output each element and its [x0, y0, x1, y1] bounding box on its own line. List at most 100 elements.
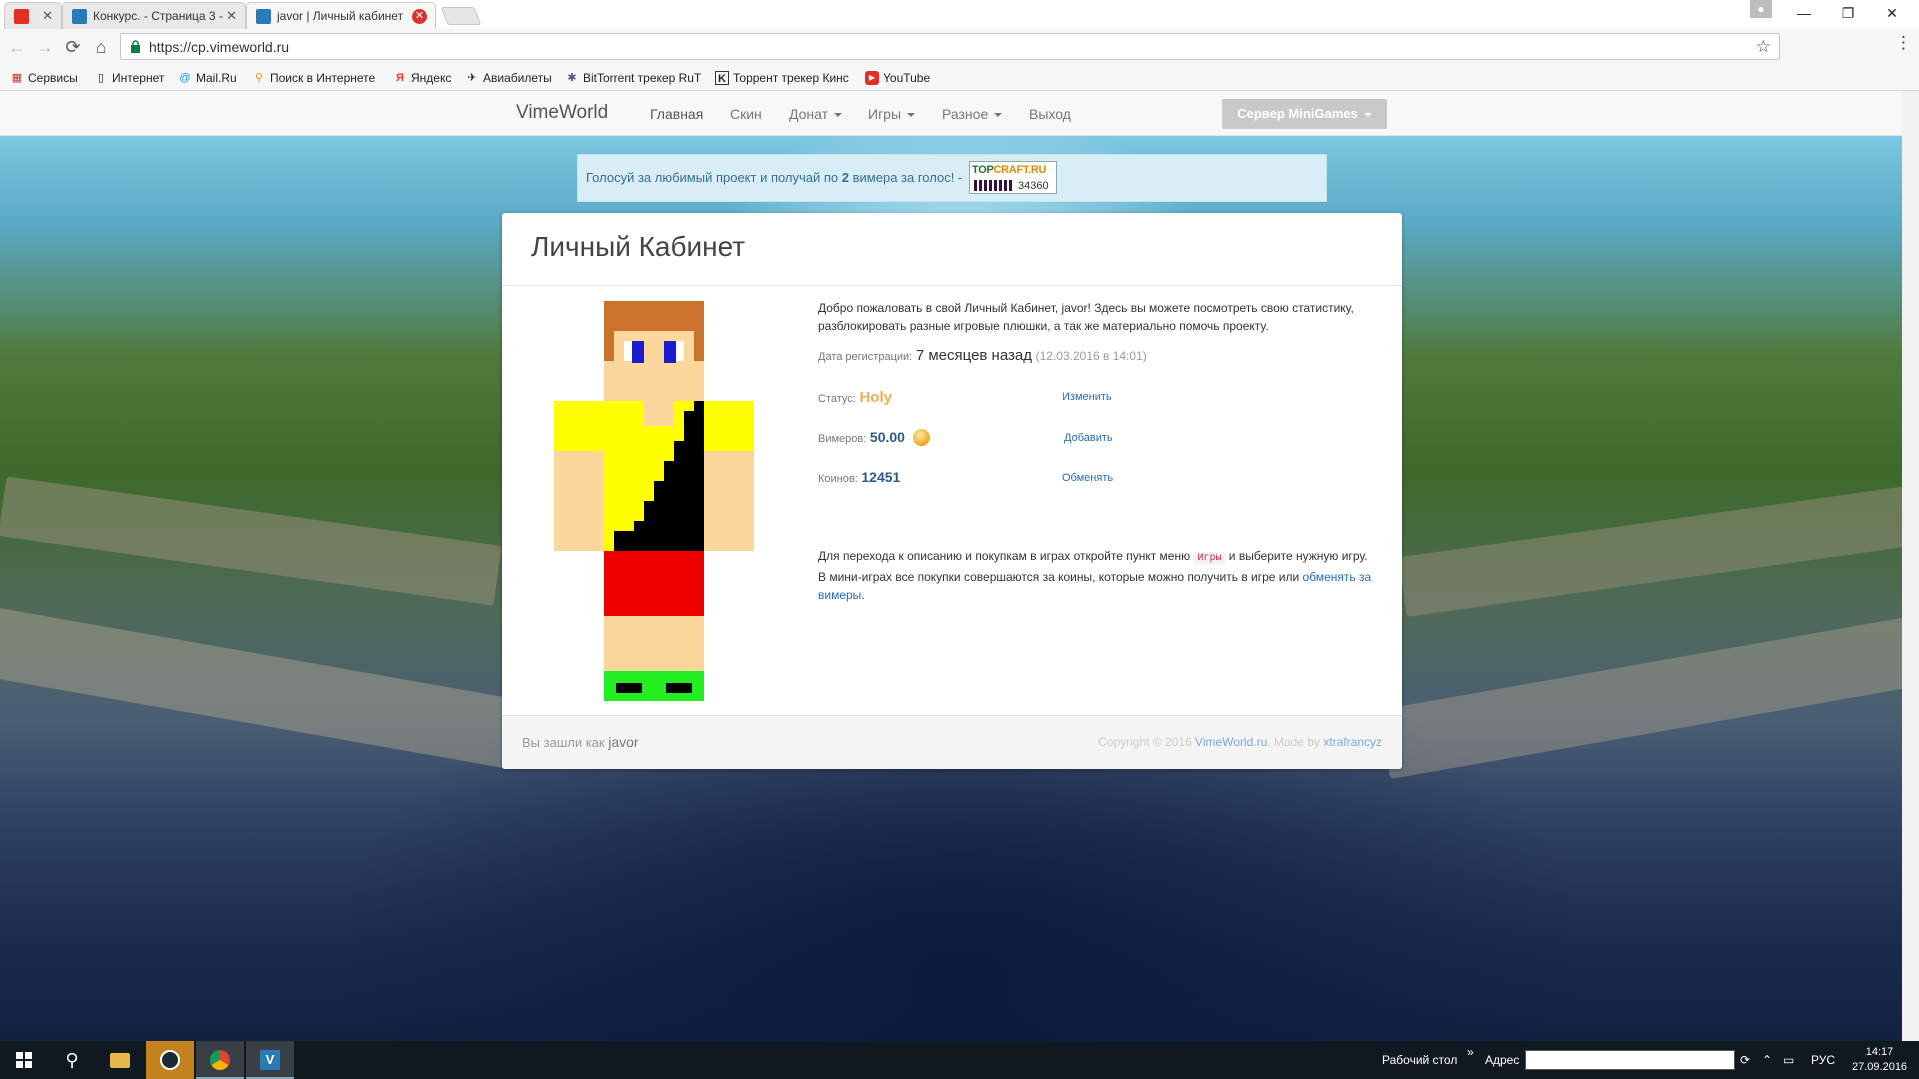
- server-select-button[interactable]: Сервер MiniGames: [1222, 99, 1387, 129]
- skin-eye-right: [664, 341, 676, 363]
- clock[interactable]: 14:17 27.09.2016: [1852, 1045, 1907, 1075]
- vimers-row: Вимеров: 50.00: [818, 429, 930, 446]
- tab-cabinet[interactable]: javor | Личный кабинет ✕: [246, 2, 436, 29]
- nav-games[interactable]: Игры: [868, 106, 916, 122]
- caret-down-icon: [907, 113, 916, 118]
- copyright: Copyright © 2016 VimeWorld.ru. Made by x…: [1098, 735, 1382, 749]
- bookmark-avia[interactable]: ✈ Авиабилеты: [465, 70, 551, 86]
- nav-logout[interactable]: Выход: [1029, 106, 1071, 122]
- page-scrollbar[interactable]: [1902, 91, 1919, 1041]
- tray-arrow-icon[interactable]: ⌃: [1762, 1053, 1772, 1067]
- reload-button[interactable]: ⟳: [62, 36, 84, 58]
- nav-skin[interactable]: Скин: [730, 106, 762, 122]
- site-navbar: VimeWorld Главная Скин Донат Игры Разное…: [0, 91, 1919, 136]
- desktop-label[interactable]: Рабочий стол: [1382, 1053, 1457, 1067]
- notification-icon[interactable]: ▭: [1783, 1053, 1794, 1067]
- taskbar: ⚲ V Рабочий стол » Адрес ⟳ ⌃ ▭ РУС 14:17…: [0, 1041, 1919, 1079]
- mailru-icon: @: [179, 72, 191, 84]
- skin-sleeve-left: [554, 401, 604, 451]
- logged-in-as: Вы зашли как javor: [522, 734, 639, 750]
- tab-youtube[interactable]: ✕: [4, 2, 62, 29]
- maximize-button[interactable]: ❐: [1826, 0, 1870, 26]
- chrome-button[interactable]: [196, 1041, 244, 1079]
- tab-contest[interactable]: Конкурс. - Страница 3 - ✕: [62, 2, 246, 29]
- games-menu-tag: Игры: [1193, 552, 1226, 565]
- close-tab-icon[interactable]: ✕: [226, 3, 237, 29]
- howto-text: Для перехода к описанию и покупкам в игр…: [818, 549, 1372, 602]
- lock-icon: [131, 40, 140, 53]
- explorer-button[interactable]: [96, 1041, 144, 1079]
- bookmark-kinozal[interactable]: K Торрент трекер Кинс: [715, 70, 849, 86]
- minimize-button[interactable]: —: [1782, 0, 1826, 26]
- vimers-value: 50.00: [869, 429, 905, 445]
- skin-shoe-mark: [616, 683, 642, 693]
- vote-text: Голосуй за любимый проект и получай по 2…: [586, 170, 963, 185]
- site-brand[interactable]: VimeWorld: [516, 102, 608, 124]
- exchange-coins-link[interactable]: Обменять: [1062, 472, 1113, 484]
- change-status-link[interactable]: Изменить: [1062, 391, 1112, 403]
- search-button[interactable]: ⚲: [48, 1041, 96, 1079]
- skin-hair-side: [604, 331, 614, 361]
- background-scenery: [0, 602, 522, 770]
- skin-legs: [604, 616, 704, 676]
- add-vimers-link[interactable]: Добавить: [1064, 432, 1113, 444]
- close-window-button[interactable]: ✕: [1870, 0, 1914, 26]
- bookmark-search[interactable]: ⚲ Поиск в Интернете: [252, 70, 375, 86]
- nav-home[interactable]: Главная: [650, 106, 703, 122]
- chevron-icon[interactable]: »: [1467, 1045, 1474, 1059]
- caret-down-icon: [834, 113, 843, 118]
- tab-strip: ✕ Конкурс. - Страница 3 - ✕ javor | Личн…: [0, 0, 1919, 29]
- bookmark-star-icon[interactable]: ☆: [1756, 37, 1771, 57]
- language-indicator[interactable]: РУС: [1811, 1053, 1835, 1067]
- bookmark-youtube[interactable]: ▶ YouTube: [865, 70, 930, 86]
- profile-icon[interactable]: ●: [1750, 0, 1772, 18]
- search-web-icon: ⚲: [254, 72, 264, 84]
- tab-label: javor | Личный кабинет: [277, 9, 404, 23]
- vimeworld-icon: [72, 9, 87, 24]
- author-link[interactable]: xtrafrancyz: [1323, 735, 1382, 749]
- chrome-icon: [210, 1050, 230, 1070]
- bookmark-internet[interactable]: ▯ Интернет: [94, 70, 164, 86]
- vote-alert: Голосуй за любимый проект и получай по 2…: [577, 154, 1327, 202]
- forward-button[interactable]: →: [34, 36, 56, 58]
- url-text: https://cp.vimeworld.ru: [149, 39, 290, 55]
- address-bar[interactable]: https://cp.vimeworld.ru ☆: [120, 33, 1780, 60]
- bookmark-yandex[interactable]: Я Яндекс: [393, 70, 451, 86]
- nav-donate[interactable]: Донат: [789, 106, 843, 122]
- vimeworld-launcher-button[interactable]: V: [246, 1041, 294, 1079]
- page-viewport: VimeWorld Главная Скин Донат Игры Разное…: [0, 91, 1919, 1041]
- windows-icon: [16, 1052, 32, 1068]
- bookmark-bittorrent[interactable]: ✱ BitTorrent трекер RuT: [565, 70, 701, 86]
- folder-icon: [110, 1053, 130, 1068]
- back-button[interactable]: ←: [6, 36, 28, 58]
- close-tab-icon[interactable]: ✕: [412, 9, 427, 24]
- steam-button[interactable]: [146, 1041, 194, 1079]
- refresh-icon[interactable]: ⟳: [1740, 1053, 1750, 1067]
- topcraft-logo: TOPCRAFT.RU: [972, 164, 1047, 176]
- page-icon: ▯: [97, 72, 105, 84]
- bookmark-services[interactable]: ▦ Сервисы: [10, 70, 78, 86]
- bookmark-mailru[interactable]: @ Mail.Ru: [178, 70, 236, 86]
- page-title: Личный Кабинет: [531, 231, 746, 262]
- bookmarks-bar: ▦ Сервисы ▯ Интернет @ Mail.Ru ⚲ Поиск в Инт…: [0, 65, 1919, 91]
- close-tab-icon[interactable]: ✕: [42, 3, 53, 29]
- topcraft-badge[interactable]: TOPCRAFT.RU 34360: [969, 161, 1057, 194]
- apps-icon: ▦: [11, 72, 23, 84]
- new-tab-button[interactable]: [440, 7, 482, 25]
- home-button[interactable]: ⌂: [90, 36, 112, 58]
- skin-preview: [554, 301, 754, 701]
- background-scenery: [1398, 485, 1919, 617]
- background-scenery: [0, 476, 502, 606]
- start-button[interactable]: [0, 1041, 48, 1079]
- username: javor: [608, 734, 639, 750]
- caret-down-icon: [1363, 112, 1372, 117]
- plane-icon: ✈: [467, 72, 477, 84]
- taskbar-address-input[interactable]: [1525, 1050, 1735, 1070]
- steam-icon: [160, 1050, 180, 1070]
- torrent-icon: ✱: [567, 72, 577, 84]
- nav-misc[interactable]: Разное: [942, 106, 1003, 122]
- site-link[interactable]: VimeWorld.ru: [1195, 735, 1267, 749]
- menu-icon[interactable]: ⋮: [1895, 33, 1912, 53]
- yandex-icon: Я: [396, 72, 404, 84]
- status-value: Holy: [859, 389, 892, 406]
